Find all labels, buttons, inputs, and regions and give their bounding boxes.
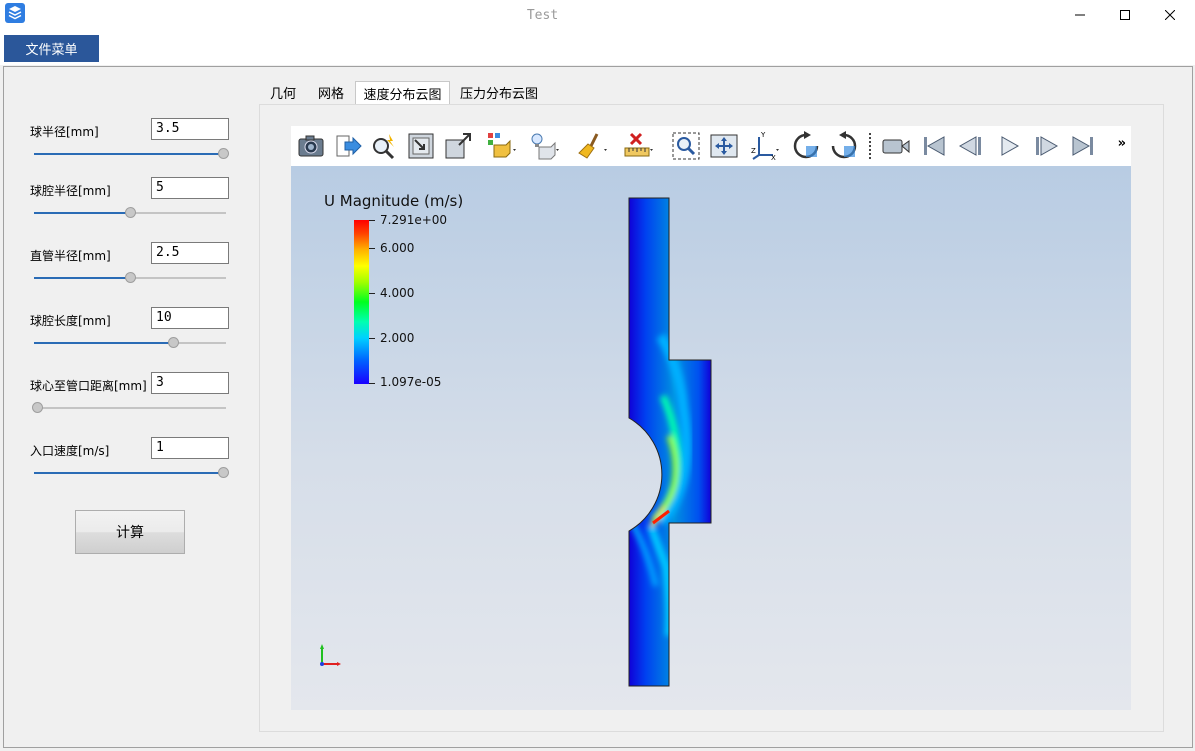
param-label-center-distance: 球心至管口距离[mm]: [30, 379, 147, 393]
toolbar-overflow-button[interactable]: »: [1118, 136, 1126, 151]
close-icon: [1165, 10, 1175, 20]
file-menu-button[interactable]: 文件菜单: [4, 35, 99, 62]
slider-handle[interactable]: [125, 207, 136, 218]
minimize-button[interactable]: [1057, 0, 1103, 30]
zoom-to-box-icon[interactable]: [443, 131, 473, 161]
tab-pressure-contour[interactable]: 压力分布云图: [454, 81, 544, 104]
slider-handle[interactable]: [167, 337, 179, 348]
param-label-cavity-radius: 球腔半径[mm]: [30, 184, 111, 198]
minimize-icon: [1075, 14, 1085, 16]
svg-text:X: X: [771, 154, 776, 161]
axes-icon[interactable]: Y X Z: [749, 131, 779, 161]
cavity-radius-slider[interactable]: [34, 207, 226, 219]
ruler-delete-icon[interactable]: [623, 131, 653, 161]
slider-handle[interactable]: [218, 148, 229, 159]
window-title: Test: [526, 8, 559, 23]
maximize-button[interactable]: [1102, 0, 1148, 30]
menu-bar: 文件菜单: [0, 32, 1195, 65]
center-distance-input[interactable]: 3: [151, 372, 229, 394]
param-label-inlet-velocity: 入口速度[m/s]: [30, 444, 110, 458]
slider-handle[interactable]: [218, 467, 229, 478]
rotate-cw-icon[interactable]: [791, 131, 821, 161]
next-frame-icon[interactable]: [1031, 131, 1061, 161]
center-distance-slider[interactable]: [32, 402, 226, 414]
save-state-icon[interactable]: [333, 131, 363, 161]
slider-handle[interactable]: [125, 272, 136, 283]
maximize-icon: [1120, 10, 1130, 20]
pipe-radius-slider[interactable]: [34, 272, 226, 284]
toolbar-separator: [869, 133, 871, 159]
render-viewport[interactable]: U Magnitude (m/s) 7.291e+00 6.000 4.000 …: [291, 166, 1131, 710]
rotate-ccw-icon[interactable]: [829, 131, 859, 161]
svg-text:Y: Y: [760, 131, 766, 139]
inlet-velocity-slider[interactable]: [34, 467, 229, 479]
pipe-radius-input[interactable]: 2.5: [151, 242, 229, 264]
sphere-radius-slider[interactable]: [34, 148, 229, 160]
clear-brush-icon[interactable]: [577, 131, 607, 161]
inlet-velocity-input[interactable]: 1: [151, 437, 229, 459]
cavity-radius-input[interactable]: 5: [151, 177, 229, 199]
cavity-length-input[interactable]: 10: [151, 307, 229, 329]
param-label-sphere-radius: 球半径[mm]: [30, 125, 99, 139]
velocity-contour-plot: [320, 197, 712, 687]
zoom-magic-icon[interactable]: [369, 131, 399, 161]
representation-icon[interactable]: [486, 131, 516, 161]
flow-domain: [628, 197, 712, 687]
camera-record-icon[interactable]: [881, 131, 911, 161]
fit-all-icon[interactable]: [709, 131, 739, 161]
last-frame-icon[interactable]: [1068, 131, 1098, 161]
previous-frame-icon[interactable]: [956, 131, 986, 161]
title-bar: Test: [0, 0, 1195, 32]
calculate-button[interactable]: 计算: [75, 510, 185, 554]
render-toolbar: Y X Z »: [291, 126, 1131, 166]
light-icon[interactable]: [529, 131, 559, 161]
first-frame-icon[interactable]: [919, 131, 949, 161]
reset-camera-icon[interactable]: [406, 131, 436, 161]
param-label-cavity-length: 球腔长度[mm]: [30, 314, 111, 328]
orientation-axes: [320, 644, 341, 666]
zoom-selection-icon[interactable]: [671, 131, 701, 161]
play-icon[interactable]: [994, 131, 1024, 161]
tab-velocity-contour[interactable]: 速度分布云图: [355, 81, 450, 104]
tab-geometry[interactable]: 几何: [262, 81, 304, 104]
camera-icon[interactable]: [296, 131, 326, 161]
close-button[interactable]: [1147, 0, 1193, 30]
slider-handle[interactable]: [32, 402, 43, 413]
cavity-length-slider[interactable]: [34, 337, 226, 349]
sphere-radius-input[interactable]: 3.5: [151, 118, 229, 140]
tab-mesh[interactable]: 网格: [310, 81, 352, 104]
svg-text:Z: Z: [751, 147, 756, 155]
param-label-pipe-radius: 直管半径[mm]: [30, 249, 111, 263]
